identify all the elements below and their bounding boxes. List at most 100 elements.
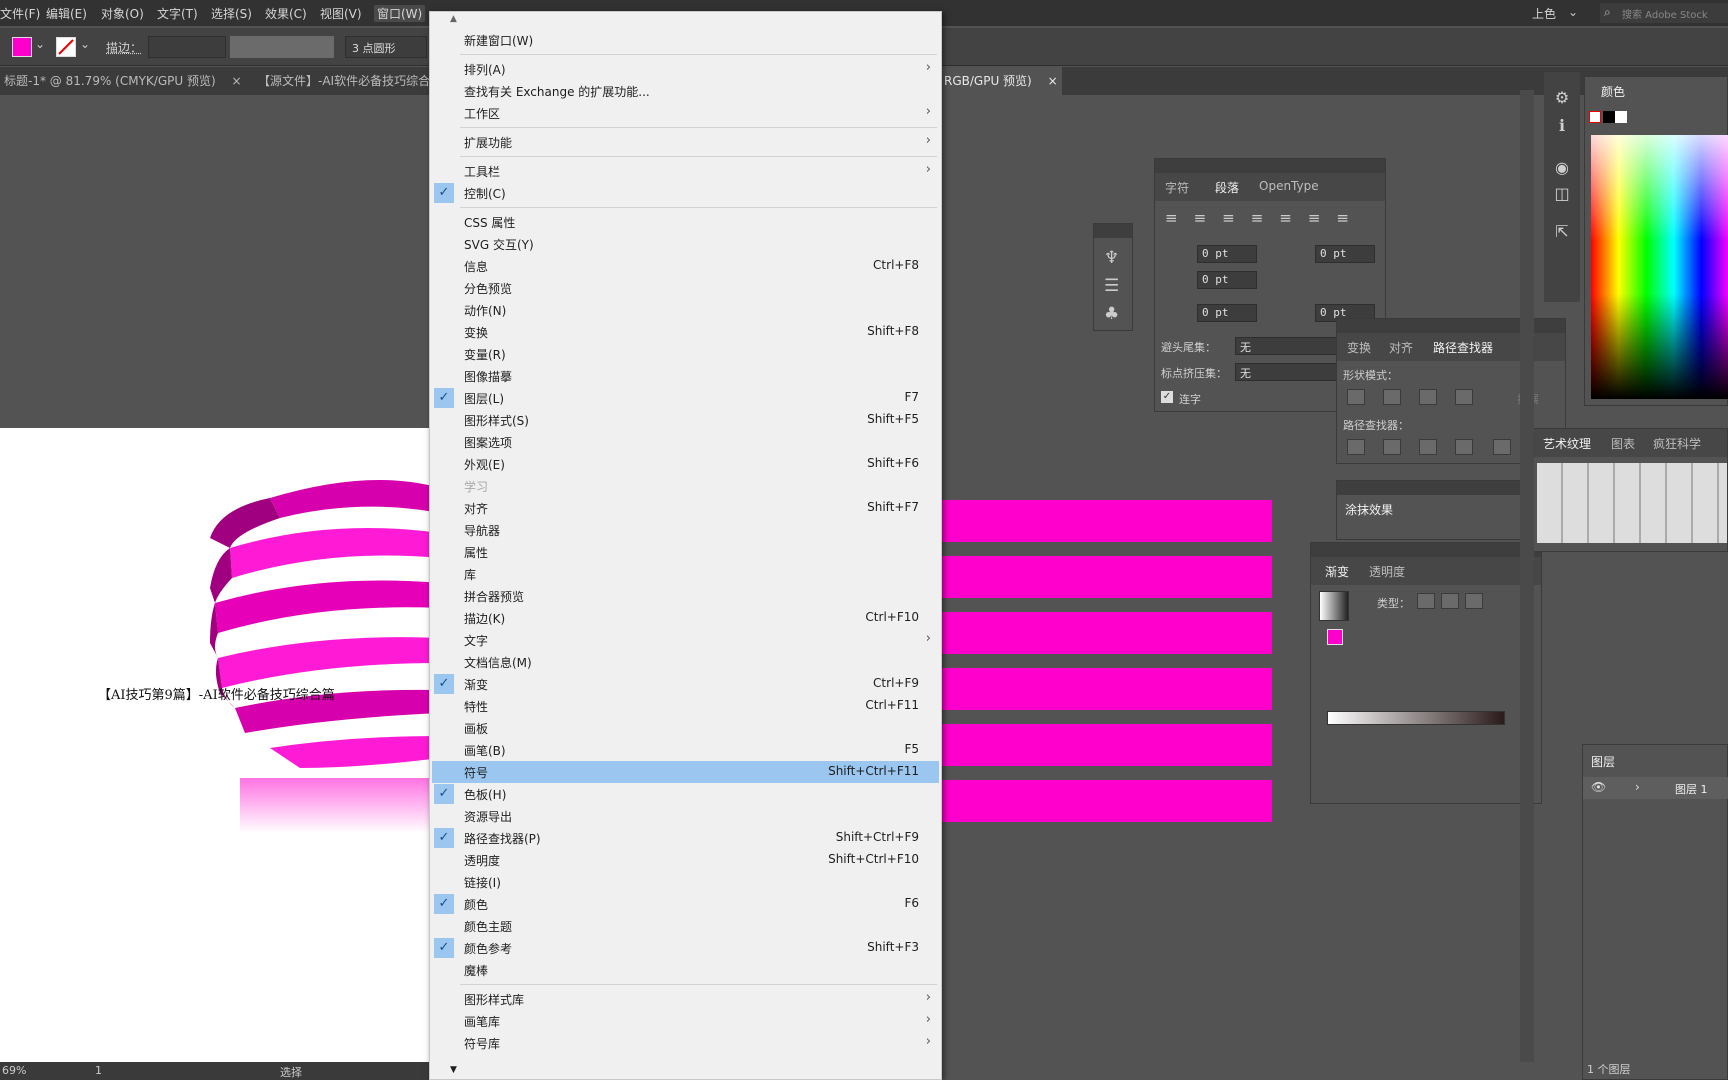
layer-row[interactable]: 👁 › 图层 1: [1583, 777, 1728, 799]
first-line-indent-field[interactable]: 0 pt: [1197, 271, 1257, 289]
tab-pathfinder[interactable]: 路径查找器: [1433, 339, 1493, 356]
menu-item[interactable]: CSS 属性: [432, 211, 939, 233]
hyphenate-checkbox[interactable]: ✓: [1161, 391, 1173, 403]
menu-item[interactable]: 画笔库 ›: [432, 1010, 939, 1032]
pink-bar[interactable]: [940, 724, 1272, 766]
divide-button[interactable]: [1347, 439, 1365, 455]
tab-align[interactable]: 对齐: [1389, 339, 1413, 356]
chevron-down-icon[interactable]: ⌄: [1568, 5, 1578, 19]
eye-icon[interactable]: 👁: [1591, 780, 1606, 794]
texture-swatches[interactable]: [1537, 463, 1727, 543]
scroll-up-icon[interactable]: ▲: [450, 14, 457, 24]
color-spectrum[interactable]: [1591, 135, 1728, 399]
menu-item[interactable]: 工作区 ›: [432, 102, 939, 124]
radial-gradient-button[interactable]: [1441, 593, 1459, 609]
menu-item[interactable]: 资源导出: [432, 805, 939, 827]
menu-item[interactable]: 变量(R): [432, 343, 939, 365]
menu-item[interactable]: 拼合器预览: [432, 585, 939, 607]
black-swatch[interactable]: [1603, 111, 1615, 123]
menu-item[interactable]: 变换 Shift+F8: [432, 321, 939, 343]
menu-item[interactable]: ✓ 颜色 F6: [432, 893, 939, 915]
menu-type[interactable]: 文字(T): [157, 5, 198, 22]
menu-item[interactable]: SVG 交互(Y): [432, 233, 939, 255]
menu-item[interactable]: 文字 ›: [432, 629, 939, 651]
linear-gradient-button[interactable]: [1417, 593, 1435, 609]
menu-item[interactable]: 属性: [432, 541, 939, 563]
menu-item[interactable]: 描边(K) Ctrl+F10: [432, 607, 939, 629]
gear-icon[interactable]: ⚙: [1552, 88, 1572, 108]
fill-swatch[interactable]: [1327, 629, 1343, 645]
menu-item[interactable]: 扩展功能 ›: [432, 131, 939, 153]
intersect-button[interactable]: [1419, 389, 1437, 405]
variable-width-select[interactable]: [230, 36, 334, 58]
menu-item[interactable]: 透明度 Shift+Ctrl+F10: [432, 849, 939, 871]
workspace-switcher[interactable]: 上色: [1532, 5, 1556, 22]
menu-item[interactable]: 对齐 Shift+F7: [432, 497, 939, 519]
gradient-preview[interactable]: [1319, 591, 1349, 621]
chevron-down-icon[interactable]: ⌄: [35, 37, 45, 51]
menu-select[interactable]: 选择(S): [211, 5, 252, 22]
pink-bar[interactable]: [940, 668, 1272, 710]
menu-item[interactable]: 图像描摹: [432, 365, 939, 387]
pink-bar[interactable]: [940, 612, 1272, 654]
menu-item[interactable]: 符号 Shift+Ctrl+F11: [432, 761, 939, 783]
menu-item[interactable]: 链接(I): [432, 871, 939, 893]
tab-character[interactable]: 字符: [1165, 179, 1189, 196]
menu-item[interactable]: 图案选项: [432, 431, 939, 453]
fill-swatch[interactable]: [12, 37, 32, 57]
export-icon[interactable]: ⇱: [1552, 222, 1572, 242]
menu-object[interactable]: 对象(O): [101, 5, 144, 22]
menu-item[interactable]: 画板: [432, 717, 939, 739]
appearance-icon[interactable]: ◉: [1552, 158, 1572, 178]
brush-select[interactable]: 3 点圆形: [345, 36, 427, 58]
artboard-number[interactable]: 1: [95, 1064, 102, 1077]
pink-bar[interactable]: [940, 500, 1272, 542]
outline-button[interactable]: [1493, 439, 1511, 455]
white-swatch[interactable]: [1615, 111, 1627, 123]
menu-file[interactable]: 文件(F): [0, 5, 40, 22]
left-indent-field[interactable]: 0 pt: [1197, 245, 1257, 263]
menu-item[interactable]: 图形样式(S) Shift+F5: [432, 409, 939, 431]
trim-button[interactable]: [1383, 439, 1401, 455]
tab-document-3[interactable]: RGB/GPU 预览) ×: [940, 67, 1062, 95]
tab-document-1[interactable]: 标题-1* @ 81.79% (CMYK/GPU 预览) ×: [0, 67, 246, 95]
menu-effect[interactable]: 效果(C): [265, 5, 307, 22]
menu-item[interactable]: 画笔(B) F5: [432, 739, 939, 761]
tab-opentype[interactable]: OpenType: [1259, 179, 1319, 193]
menu-item[interactable]: ✓ 控制(C): [432, 182, 939, 204]
transform-icon[interactable]: ◫: [1552, 184, 1572, 204]
tab-art-textures[interactable]: 艺术纹理: [1543, 435, 1591, 452]
freeform-gradient-button[interactable]: [1465, 593, 1483, 609]
info-icon[interactable]: ℹ: [1552, 116, 1572, 136]
menu-item[interactable]: 外观(E) Shift+F6: [432, 453, 939, 475]
chevron-down-icon[interactable]: ⌄: [80, 37, 90, 51]
merge-button[interactable]: [1419, 439, 1437, 455]
menu-edit[interactable]: 编辑(E): [46, 5, 87, 22]
menu-window[interactable]: 窗口(W): [374, 5, 426, 22]
menu-item[interactable]: 符号库 ›: [432, 1032, 939, 1054]
stock-search-input[interactable]: ⌕ 搜索 Adobe Stock: [1600, 3, 1728, 23]
none-swatch[interactable]: [1589, 111, 1601, 123]
exclude-button[interactable]: [1455, 389, 1473, 405]
tab-transparency[interactable]: 透明度: [1369, 563, 1405, 580]
unite-button[interactable]: [1347, 389, 1365, 405]
menu-item[interactable]: 分色预览: [432, 277, 939, 299]
tab-mad-science[interactable]: 疯狂科学: [1653, 435, 1701, 452]
menu-item[interactable]: ✓ 图层(L) F7: [432, 387, 939, 409]
align-buttons[interactable]: ≡≡≡≡≡≡≡: [1165, 209, 1365, 227]
minus-front-button[interactable]: [1383, 389, 1401, 405]
menu-item[interactable]: 工具栏 ›: [432, 160, 939, 182]
gradient-slider[interactable]: [1327, 711, 1505, 725]
tab-transform[interactable]: 变换: [1347, 339, 1371, 356]
scroll-down-icon[interactable]: ▼: [450, 1065, 457, 1075]
menu-item[interactable]: 魔棒: [432, 959, 939, 981]
space-before-field[interactable]: 0 pt: [1197, 304, 1257, 322]
club-icon[interactable]: ♣: [1104, 304, 1119, 324]
pink-bar[interactable]: [940, 556, 1272, 598]
menu-item[interactable]: ✓ 路径查找器(P) Shift+Ctrl+F9: [432, 827, 939, 849]
menu-item[interactable]: ✓ 色板(H): [432, 783, 939, 805]
zoom-level[interactable]: 69%: [2, 1064, 26, 1077]
stroke-weight-input[interactable]: [148, 36, 226, 58]
chevron-right-icon[interactable]: ›: [1635, 780, 1640, 794]
vertical-scrollbar[interactable]: [1520, 90, 1534, 1062]
